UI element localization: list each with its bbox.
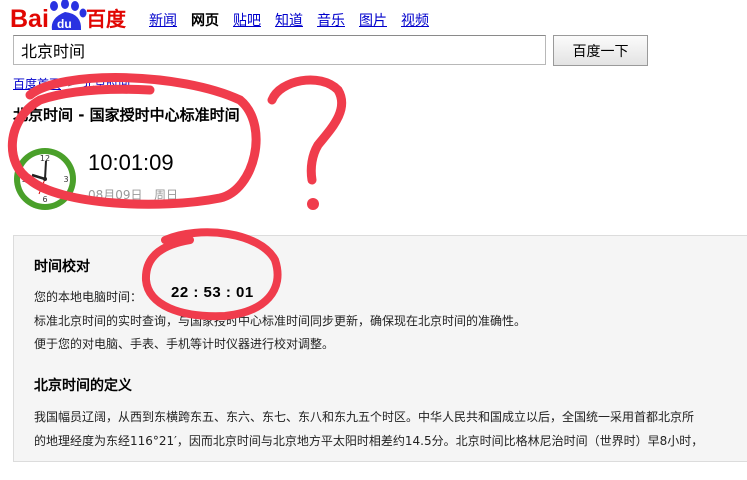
local-time-value: 22 : 53 : 01 — [171, 284, 254, 301]
description-line-2: 便于您的对电脑、手表、手机等计时仪器进行校对调整。 — [34, 337, 335, 351]
logo-text-du: du — [57, 17, 72, 31]
calibration-heading: 时间校对 — [34, 259, 90, 275]
nav-video[interactable]: 视频 — [401, 10, 429, 30]
clock-number-3: 3 — [63, 175, 68, 184]
search-input[interactable] — [13, 35, 546, 65]
definition-line-1: 我国幅员辽阔，从西到东横跨东五、东六、东七、东八和东九五个时区。中华人民共和国成… — [34, 410, 695, 424]
nav-tieba[interactable]: 贴吧 — [233, 10, 261, 30]
baidu-paw-icon: du — [50, 0, 87, 31]
time-info-panel: 时间校对 您的本地电脑时间： 22 : 53 : 01 标准北京时间的实时查询，… — [13, 235, 747, 462]
top-nav: 新闻 网页 贴吧 知道 音乐 图片 视频 — [149, 10, 429, 30]
breadcrumb: 百度首页 > 北京时间 — [13, 75, 130, 92]
scribble-question-mark-icon — [267, 75, 347, 185]
clock-time: 10:01:09 — [88, 150, 174, 175]
description-line-1: 标准北京时间的实时查询，与国家授时中心标准时间同步更新，确保现在北京时间的准确性… — [34, 314, 527, 328]
nav-images[interactable]: 图片 — [359, 10, 387, 30]
logo-text-baidu-cn: 百度 — [86, 7, 127, 31]
definition-heading: 北京时间的定义 — [34, 378, 132, 394]
nav-news[interactable]: 新闻 — [149, 10, 177, 30]
clock-number-6: 6 — [42, 195, 47, 204]
local-time-label: 您的本地电脑时间： — [34, 290, 143, 304]
breadcrumb-chevron-icon: > — [67, 77, 77, 90]
breadcrumb-home[interactable]: 百度首页 — [13, 75, 61, 92]
nav-music[interactable]: 音乐 — [317, 10, 345, 30]
baidu-logo[interactable]: Bai du 百度 — [10, 0, 135, 34]
nav-web[interactable]: 网页 — [191, 10, 219, 30]
breadcrumb-current[interactable]: 北京时间 — [82, 75, 130, 92]
clock-date-weekday: 周日 — [154, 188, 179, 202]
nav-zhidao[interactable]: 知道 — [275, 10, 303, 30]
logo-text-bai: Bai — [10, 5, 49, 33]
result-title[interactable]: 北京时间 - 国家授时中心标准时间 — [13, 104, 240, 125]
search-button[interactable]: 百度一下 — [553, 35, 648, 66]
clock-number-9: 9 — [21, 175, 26, 184]
clock-icon: 12 3 6 9 — [14, 148, 76, 210]
clock-date: 08月09日 周日 — [88, 186, 178, 203]
scribble-question-dot — [307, 198, 319, 210]
definition-line-2: 的地理经度为东经116°21′，因而北京时间与北京地方平太阳时相差约14.5分。… — [34, 434, 704, 448]
clock-date-day: 08月09日 — [88, 188, 143, 202]
